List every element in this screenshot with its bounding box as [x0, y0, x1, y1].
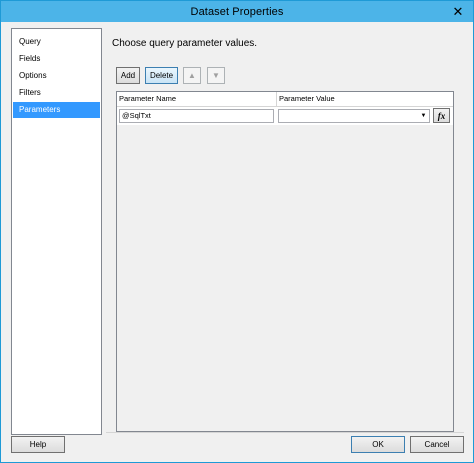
footer-divider	[106, 432, 464, 433]
help-button[interactable]: Help	[11, 436, 65, 453]
dialog-body: Query Fields Options Filters Parameters …	[1, 22, 473, 462]
grid-header: Parameter Name Parameter Value	[117, 92, 453, 107]
table-row: @SqlTxt ▼ fx	[117, 107, 453, 125]
parameter-name-input[interactable]: @SqlTxt	[119, 109, 274, 123]
move-up-button[interactable]: ▲	[183, 67, 201, 84]
chevron-down-icon[interactable]: ▼	[419, 110, 428, 122]
parameter-value-combobox[interactable]: ▼	[278, 109, 430, 123]
nav-item-parameters[interactable]: Parameters	[13, 102, 100, 118]
nav-item-query[interactable]: Query	[13, 34, 100, 50]
nav-item-filters[interactable]: Filters	[13, 85, 100, 101]
add-button[interactable]: Add	[116, 67, 140, 84]
cancel-button[interactable]: Cancel	[410, 436, 464, 453]
move-down-button[interactable]: ▼	[207, 67, 225, 84]
column-header-parameter-name: Parameter Name	[119, 94, 177, 103]
window-title: Dataset Properties	[190, 5, 284, 18]
ok-button[interactable]: OK	[351, 436, 405, 453]
page-navigation: Query Fields Options Filters Parameters	[11, 28, 102, 435]
dataset-properties-dialog: Dataset Properties ✕ Query Fields Option…	[0, 0, 474, 463]
expression-button[interactable]: fx	[433, 108, 450, 123]
arrow-up-icon: ▲	[188, 71, 196, 80]
nav-item-options[interactable]: Options	[13, 68, 100, 84]
title-bar: Dataset Properties ✕	[1, 1, 473, 22]
page-prompt: Choose query parameter values.	[112, 38, 258, 49]
column-header-parameter-value: Parameter Value	[279, 94, 335, 103]
nav-item-fields[interactable]: Fields	[13, 51, 100, 67]
arrow-down-icon: ▼	[212, 71, 220, 80]
delete-button[interactable]: Delete	[145, 67, 178, 84]
close-icon[interactable]: ✕	[443, 1, 473, 22]
parameters-grid: Parameter Name Parameter Value @SqlTxt ▼…	[116, 91, 454, 432]
